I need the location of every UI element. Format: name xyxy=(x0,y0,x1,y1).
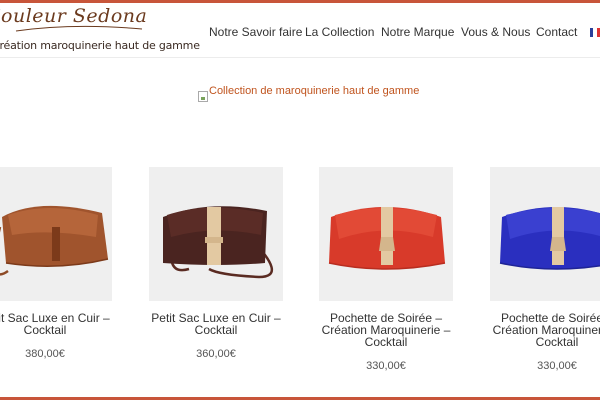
site-header: Couleur Sedona Création maroquinerie hau… xyxy=(0,3,600,57)
product-name[interactable]: Petit Sac Luxe en Cuir – Cocktail xyxy=(149,312,283,336)
product-name-line: Cocktail xyxy=(194,323,238,337)
product-card[interactable]: Pochette de Soirée – Création Maroquiner… xyxy=(319,167,453,372)
product-price: 380,00€ xyxy=(25,348,65,360)
site-logo[interactable]: Couleur Sedona Création maroquinerie hau… xyxy=(0,5,200,55)
leather-bag-icon xyxy=(0,205,109,276)
nav-item-collection[interactable]: La Collection xyxy=(305,25,374,39)
product-card[interactable]: Petit Sac Luxe en Cuir – Cocktail 380,00… xyxy=(0,167,112,360)
nav-item-marque[interactable]: Notre Marque xyxy=(381,25,454,39)
french-flag-icon[interactable] xyxy=(590,28,600,37)
product-image[interactable] xyxy=(319,167,453,301)
product-price: 330,00€ xyxy=(366,360,406,372)
product-name-line: Cocktail xyxy=(23,323,67,337)
product-name[interactable]: Pochette de Soirée – Création Maroquiner… xyxy=(490,312,600,348)
leather-clutch-icon xyxy=(328,207,446,270)
product-image[interactable] xyxy=(0,167,112,301)
product-name[interactable]: Petit Sac Luxe en Cuir – Cocktail xyxy=(0,312,112,336)
product-image[interactable] xyxy=(490,167,600,301)
leather-clutch-icon xyxy=(499,207,600,270)
product-name[interactable]: Pochette de Soirée – Création Maroquiner… xyxy=(319,312,453,348)
product-name-line: Cocktail xyxy=(535,335,579,349)
logo-tagline: Création maroquinerie haut de gamme xyxy=(0,39,200,52)
banner-alt-text: Collection de maroquinerie haut de gamme xyxy=(209,85,420,97)
product-card[interactable]: Petit Sac Luxe en Cuir – Cocktail 360,00… xyxy=(149,167,283,360)
logo-swoosh-icon xyxy=(15,25,143,32)
product-image[interactable] xyxy=(149,167,283,301)
product-price: 330,00€ xyxy=(537,360,577,372)
product-price: 360,00€ xyxy=(196,348,236,360)
header-divider xyxy=(0,57,600,58)
product-card[interactable]: Pochette de Soirée – Création Maroquiner… xyxy=(490,167,600,372)
nav-item-savoir-faire[interactable]: Notre Savoir faire xyxy=(209,25,302,39)
nav-item-contact[interactable]: Contact xyxy=(536,25,577,39)
product-name-line: Cocktail xyxy=(364,335,408,349)
leather-bag-icon xyxy=(163,206,274,279)
collection-banner: Collection de maroquinerie haut de gamme xyxy=(198,85,419,102)
nav-item-vous-nous[interactable]: Vous & Nous xyxy=(461,25,530,39)
logo-script-text: Couleur Sedona xyxy=(0,5,148,27)
broken-image-icon xyxy=(198,91,208,102)
